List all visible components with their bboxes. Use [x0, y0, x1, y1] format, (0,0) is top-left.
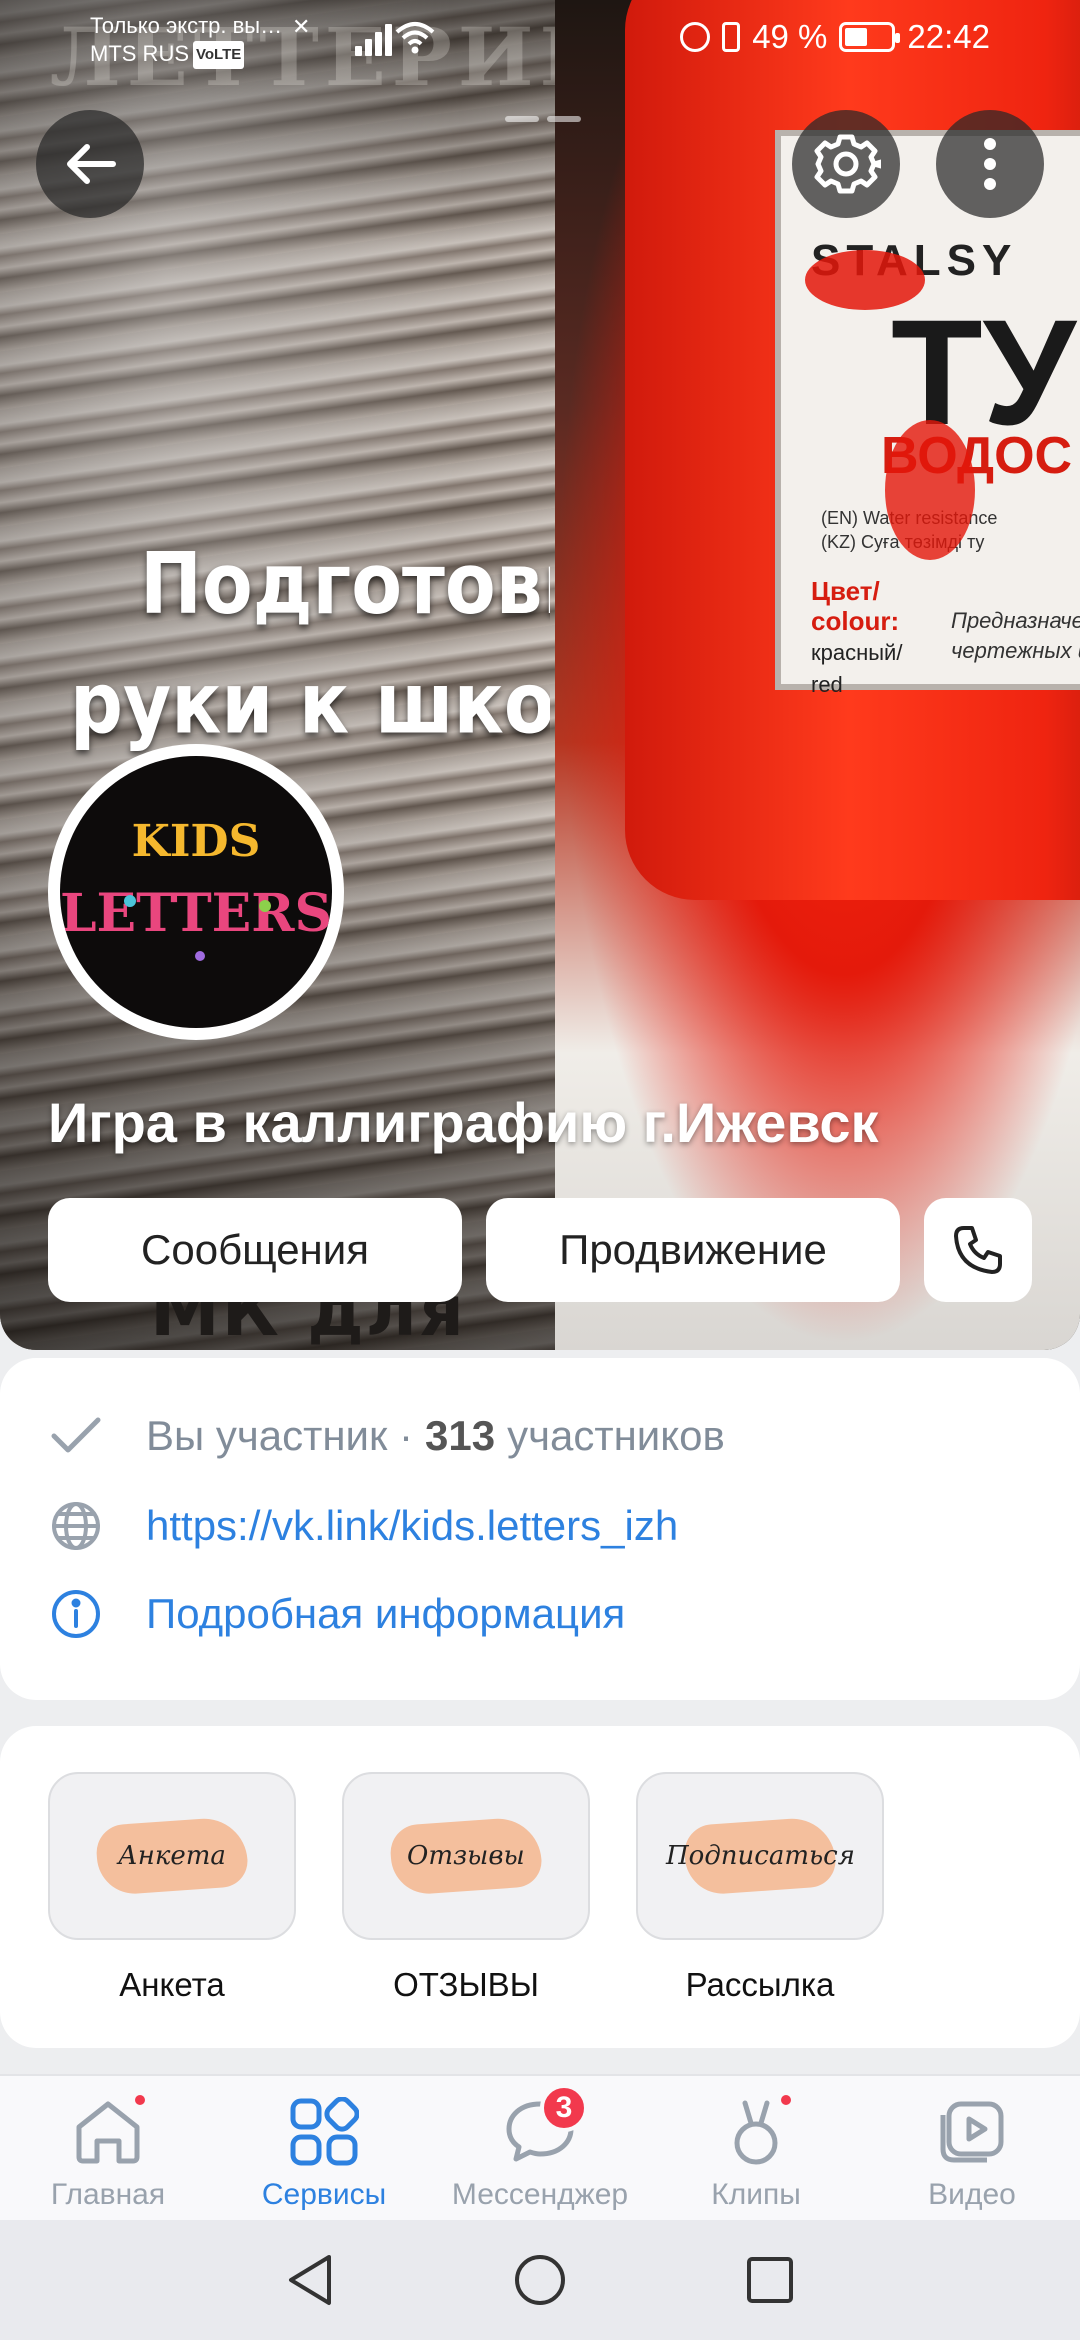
details-row[interactable]: Подробная информация [48, 1586, 625, 1642]
signal-icon [355, 22, 399, 56]
system-back-button[interactable] [280, 2250, 340, 2310]
phone-icon [954, 1226, 1002, 1274]
service-thumbnail[interactable]: Подписаться [636, 1772, 884, 1940]
battery-percent: 49 % [752, 18, 828, 55]
service-caption: Рассылка [685, 1966, 835, 2003]
community-cover: ЛЕТТЕРИН Подготовка руки к школе МК для … [0, 0, 1080, 1350]
volte-badge: VoLTE [193, 41, 245, 69]
notification-dot [778, 2092, 794, 2108]
community-link[interactable]: https://vk.link/kids.letters_izh [146, 1502, 678, 1550]
cover-promo-text: Подготовка руки к школе [70, 534, 550, 754]
link-row[interactable]: https://vk.link/kids.letters_izh [48, 1498, 678, 1554]
services-icon [282, 2090, 366, 2174]
svg-text:KIDS: KIDS [132, 816, 261, 867]
notification-text: Только экстр. вы… [90, 13, 283, 38]
clock: 22:42 [907, 18, 990, 55]
tab-video[interactable]: Видео [864, 2076, 1080, 2222]
home-icon [66, 2090, 150, 2174]
tab-clips[interactable]: Клипы [648, 2076, 864, 2222]
service-caption: Анкета [119, 1966, 225, 2003]
system-navigation-bar [0, 2220, 1080, 2340]
globe-icon [48, 1498, 104, 1554]
community-info-card: Вы участник · 313 участников https://vk.li… [0, 1358, 1080, 1700]
square-recents-icon [747, 2257, 793, 2303]
service-thumbnail[interactable]: Отзывы [342, 1772, 590, 1940]
system-home-button[interactable] [510, 2250, 570, 2310]
arrow-left-icon [67, 144, 116, 184]
membership-row: Вы участник · 313 участников [48, 1408, 725, 1464]
wifi-icon [395, 20, 435, 63]
community-avatar[interactable]: KIDS LETTERS [48, 744, 344, 1040]
service-thumbnail[interactable]: Анкета [48, 1772, 296, 1940]
messages-button[interactable]: Сообщения [48, 1198, 462, 1302]
unread-badge: 3 [540, 2084, 588, 2132]
close-notification-icon[interactable]: ✕ [292, 14, 310, 40]
member-count: 313 [425, 1412, 496, 1459]
service-item-newsletter[interactable]: Подписаться Рассылка [636, 1772, 884, 2004]
service-item-reviews[interactable]: Отзывы ОТЗЫВЫ [342, 1772, 590, 2004]
video-icon [930, 2090, 1014, 2174]
service-caption: ОТЗЫВЫ [393, 1966, 539, 2003]
tab-messenger[interactable]: 3 Мессенджер [432, 2076, 648, 2222]
more-vertical-icon [984, 138, 996, 190]
call-button[interactable] [924, 1198, 1032, 1302]
system-recents-button[interactable] [740, 2250, 800, 2310]
community-title: Игра в каллиграфию г.Ижевск [48, 1091, 879, 1154]
messenger-icon: 3 [498, 2084, 588, 2174]
clips-icon [714, 2090, 798, 2174]
vibrate-icon [722, 22, 741, 52]
svg-text:LETTERS: LETTERS [60, 883, 332, 944]
circle-home-icon [515, 2255, 565, 2305]
settings-button[interactable] [792, 110, 900, 218]
triangle-back-icon [289, 2255, 331, 2305]
alarm-icon [680, 22, 711, 52]
bottom-tab-bar: Главная Сервисы 3 Мессенджер Клипы Видео [0, 2074, 1080, 2220]
details-link[interactable]: Подробная информация [146, 1590, 625, 1638]
back-button[interactable] [36, 110, 144, 218]
notification-dot [132, 2092, 148, 2108]
gear-icon [814, 134, 881, 194]
kids-letters-logo: KIDS LETTERS [60, 816, 332, 961]
status-bar: Только экстр. вы… MTS RUS VoLTE ✕ 49 % 22… [0, 0, 1080, 80]
service-item-anketa[interactable]: Анкета Анкета [48, 1772, 296, 2004]
carrier-name: MTS RUS [90, 41, 189, 66]
cover-pager-indicator [505, 116, 581, 122]
checkmark-icon [48, 1408, 104, 1464]
battery-icon [839, 22, 901, 52]
tab-services[interactable]: Сервисы [216, 2076, 432, 2222]
more-menu-button[interactable] [936, 110, 1044, 218]
bottle-label: STALSY ТУ ВОДОС (EN) Water resistance (K… [775, 130, 1080, 697]
promotion-button[interactable]: Продвижение [486, 1198, 900, 1302]
info-icon [48, 1586, 104, 1642]
tab-home[interactable]: Главная [0, 2076, 216, 2222]
